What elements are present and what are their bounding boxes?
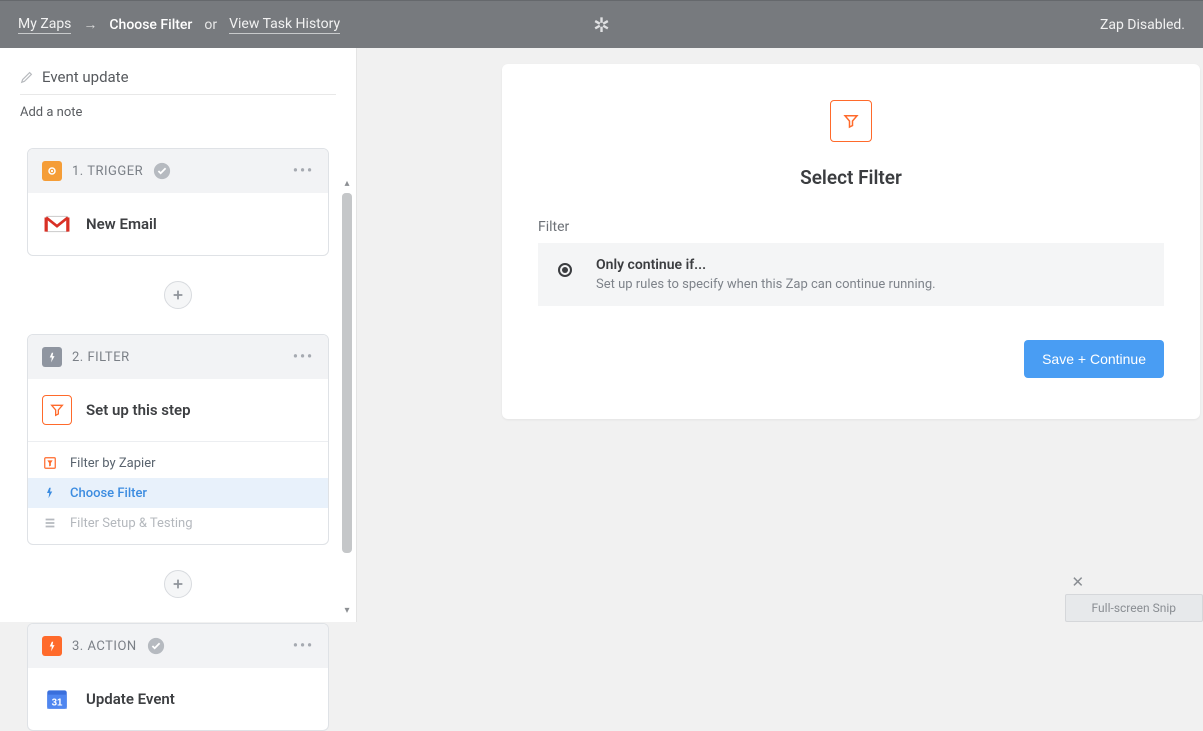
check-circle-icon bbox=[147, 637, 165, 655]
list-icon bbox=[42, 515, 58, 531]
substep-label: Filter by Zapier bbox=[70, 456, 156, 471]
filter-hero-icon bbox=[830, 100, 872, 142]
save-continue-button[interactable]: Save + Continue bbox=[1024, 340, 1164, 378]
step-more-icon[interactable]: ••• bbox=[293, 638, 314, 654]
step-app-label: Set up this step bbox=[86, 401, 191, 419]
breadcrumb: My Zaps → Choose Filter or View Task His… bbox=[18, 16, 340, 34]
filter-icon bbox=[42, 395, 72, 425]
step-index-label: 2. FILTER bbox=[72, 350, 130, 365]
step-more-icon[interactable]: ••• bbox=[293, 349, 314, 365]
scroll-down-icon[interactable]: ▾ bbox=[340, 605, 354, 616]
breadcrumb-sep-icon: → bbox=[83, 16, 97, 33]
snipping-tool-hint[interactable]: ✕ Full-screen Snip bbox=[1065, 594, 1203, 622]
step-app-label: Update Event bbox=[86, 690, 175, 708]
snip-label: Full-screen Snip bbox=[1092, 601, 1176, 615]
gmail-icon bbox=[42, 209, 72, 239]
step-header[interactable]: 1. TRIGGER ••• bbox=[28, 149, 328, 193]
check-circle-icon bbox=[153, 162, 171, 180]
step-index-label: 1. TRIGGER bbox=[72, 164, 143, 179]
zap-title: Event update bbox=[42, 68, 129, 86]
filter-badge-icon bbox=[42, 347, 62, 367]
section-label: Filter bbox=[538, 219, 1164, 235]
radio-icon[interactable] bbox=[558, 263, 572, 277]
step-body[interactable]: Set up this step bbox=[28, 379, 328, 441]
task-history-link[interactable]: View Task History bbox=[229, 16, 340, 34]
add-note-link[interactable]: Add a note bbox=[20, 105, 336, 120]
step-index-label: 3. ACTION bbox=[72, 639, 137, 654]
substep-filter-setup-testing[interactable]: Filter Setup & Testing bbox=[28, 508, 328, 538]
step-app-label: New Email bbox=[86, 215, 157, 233]
substep-choose-filter[interactable]: Choose Filter bbox=[28, 478, 328, 508]
step-filter[interactable]: 2. FILTER ••• Set up this step bbox=[27, 334, 329, 545]
breadcrumb-current: Choose Filter bbox=[109, 17, 192, 33]
panel-heading: Select Filter bbox=[538, 166, 1164, 189]
zap-title-row[interactable]: Event update bbox=[20, 68, 336, 95]
action-badge-icon bbox=[42, 636, 62, 656]
substep-label: Choose Filter bbox=[70, 486, 147, 501]
substep-label: Filter Setup & Testing bbox=[70, 516, 193, 531]
step-action[interactable]: 3. ACTION ••• 31 Update Event bbox=[27, 623, 329, 731]
option-title: Only continue if... bbox=[596, 257, 936, 273]
add-step-button[interactable] bbox=[164, 570, 192, 598]
trigger-badge-icon bbox=[42, 161, 62, 181]
sidebar: Event update Add a note 1. TRIGGER • bbox=[0, 48, 357, 622]
step-trigger[interactable]: 1. TRIGGER ••• New Email bbox=[27, 148, 329, 256]
filter-box-icon bbox=[42, 455, 58, 471]
canvas: Select Filter Filter Only continue if...… bbox=[357, 48, 1203, 622]
filter-panel: Select Filter Filter Only continue if...… bbox=[502, 64, 1200, 419]
substep-list: Filter by Zapier Choose Filter bbox=[28, 441, 328, 544]
step-header[interactable]: 2. FILTER ••• bbox=[28, 335, 328, 379]
step-more-icon[interactable]: ••• bbox=[293, 163, 314, 179]
close-icon[interactable]: ✕ bbox=[1072, 573, 1085, 591]
pencil-icon bbox=[20, 70, 34, 84]
step-body[interactable]: 31 Update Event bbox=[28, 668, 328, 730]
substep-filter-by-zapier[interactable]: Filter by Zapier bbox=[28, 448, 328, 478]
filter-option-only-continue-if[interactable]: Only continue if... Set up rules to spec… bbox=[538, 243, 1164, 306]
option-desc: Set up rules to specify when this Zap ca… bbox=[596, 277, 936, 292]
breadcrumb-or: or bbox=[204, 17, 217, 33]
step-list: 1. TRIGGER ••• New Email bbox=[20, 148, 336, 731]
step-header[interactable]: 3. ACTION ••• bbox=[28, 624, 328, 668]
my-zaps-link[interactable]: My Zaps bbox=[18, 16, 71, 34]
option-text: Only continue if... Set up rules to spec… bbox=[596, 257, 936, 292]
zapier-logo-icon: ✲ bbox=[593, 13, 610, 37]
zap-status: Zap Disabled. bbox=[1100, 17, 1185, 33]
bolt-icon bbox=[42, 485, 58, 501]
scroll-thumb[interactable] bbox=[342, 193, 352, 553]
calendar-icon: 31 bbox=[42, 684, 72, 714]
step-body[interactable]: New Email bbox=[28, 193, 328, 255]
svg-text:31: 31 bbox=[52, 698, 63, 709]
top-bar: My Zaps → Choose Filter or View Task His… bbox=[0, 0, 1203, 48]
scroll-up-icon[interactable]: ▴ bbox=[340, 178, 354, 189]
add-step-button[interactable] bbox=[164, 281, 192, 309]
